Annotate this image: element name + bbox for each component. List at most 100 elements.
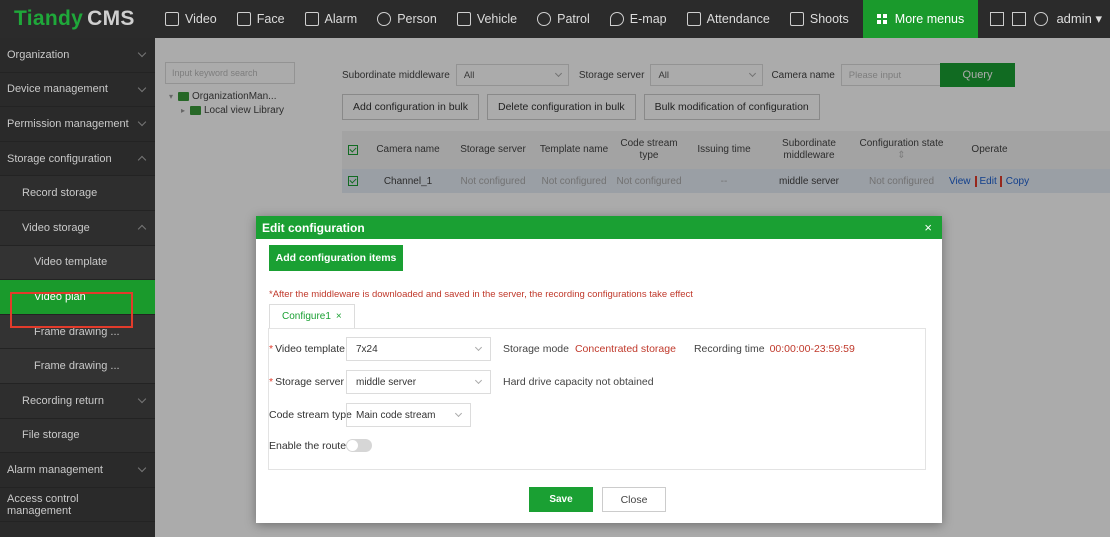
save-button[interactable]: Save xyxy=(529,487,593,512)
storage-server-label-text: Storage server xyxy=(275,376,344,388)
sidebar-item-storage-configuration[interactable]: Storage configuration xyxy=(0,142,155,177)
dialog-title: Edit configuration xyxy=(262,220,365,235)
nav-alarm-label: Alarm xyxy=(324,12,358,26)
sidebar: Organization Device management Permissio… xyxy=(0,38,155,537)
sidebar-item-label: Permission management xyxy=(7,117,129,130)
tab-close-icon[interactable]: × xyxy=(336,311,342,322)
camera-icon xyxy=(789,12,804,26)
code-stream-select[interactable]: Main code stream xyxy=(346,403,471,427)
sidebar-item-label: Access control management xyxy=(7,492,79,517)
capacity-note: Hard drive capacity not obtained xyxy=(503,376,654,388)
storage-server-field-value: middle server xyxy=(356,376,417,388)
route-row: Enable the route xyxy=(269,439,372,452)
nav-video-label: Video xyxy=(185,12,217,26)
sidebar-item-alarm-management[interactable]: Alarm management xyxy=(0,453,155,488)
chevron-down-icon xyxy=(137,49,147,58)
dialog-header: Edit configuration × xyxy=(256,216,942,239)
video-template-label-text: Video template xyxy=(275,343,345,355)
top-bar: Tiandy CMS Video Face Alarm Person Vehicl… xyxy=(0,0,1110,38)
nav-attendance[interactable]: Attendance xyxy=(677,0,780,38)
close-icon[interactable]: × xyxy=(924,220,932,235)
nav-video[interactable]: Video xyxy=(155,0,227,38)
logo-brand: Tiandy xyxy=(14,7,84,30)
sidebar-item-device-management[interactable]: Device management xyxy=(0,73,155,108)
sidebar-item-recording-return[interactable]: Recording return xyxy=(0,383,155,419)
video-icon xyxy=(165,12,179,26)
nav-alarm[interactable]: Alarm xyxy=(295,0,368,38)
calendar-icon xyxy=(686,12,701,26)
tab-configure1[interactable]: Configure1 × xyxy=(269,304,355,328)
video-template-row: * Video template 7x24 Storage mode Concen… xyxy=(269,337,855,361)
recording-time-label: Recording time xyxy=(693,343,765,355)
sidebar-item-label: Record storage xyxy=(22,187,98,200)
nav-emap-label: E-map xyxy=(629,12,667,26)
logo-product: CMS xyxy=(87,7,135,30)
sidebar-item-label: Video template xyxy=(34,256,108,269)
chevron-down-icon xyxy=(137,394,147,404)
video-template-value: 7x24 xyxy=(356,343,378,355)
route-toggle[interactable] xyxy=(346,439,372,452)
sidebar-item-file-storage[interactable]: File storage xyxy=(0,418,155,454)
config-tabs: Configure1 × xyxy=(269,304,355,328)
storage-mode-label: Storage mode xyxy=(503,343,569,355)
grid-icon xyxy=(876,14,887,24)
nav-shoots[interactable]: Shoots xyxy=(780,0,859,38)
nav-emap[interactable]: E-map xyxy=(600,0,677,38)
nav-attendance-label: Attendance xyxy=(706,12,770,26)
person-icon xyxy=(377,12,392,26)
sidebar-item-label: Organization xyxy=(7,48,70,61)
chevron-down-icon xyxy=(137,83,147,93)
shirt-icon[interactable] xyxy=(990,12,1005,26)
sidebar-item-access-control-management[interactable]: Access control management xyxy=(0,488,155,523)
nav-more-menus[interactable]: More menus xyxy=(862,0,979,38)
sidebar-item-label: File storage xyxy=(22,429,80,442)
sidebar-item-record-storage[interactable]: Record storage xyxy=(0,176,155,211)
chevron-down-icon xyxy=(474,376,483,385)
edit-configuration-dialog: Edit configuration × Add configuration i… xyxy=(256,216,942,523)
chevron-down-icon xyxy=(474,343,483,352)
video-plan-highlight-box xyxy=(10,292,133,328)
sidebar-item-frame-drawing-2[interactable]: Frame drawing ... xyxy=(0,349,155,384)
chevron-up-icon xyxy=(137,225,147,234)
video-template-select[interactable]: 7x24 xyxy=(346,337,491,361)
route-label: Enable the route xyxy=(269,439,347,452)
code-stream-row: Code stream type Main code stream xyxy=(269,403,471,427)
top-right-tools: admin ▾ xyxy=(990,0,1102,38)
nav-shoots-label: Shoots xyxy=(809,12,849,26)
nav-face[interactable]: Face xyxy=(227,0,295,38)
sidebar-item-video-template[interactable]: Video template xyxy=(0,245,155,281)
sidebar-item-label: Storage configuration xyxy=(7,152,112,165)
chevron-down-icon xyxy=(137,464,147,473)
nav-more-menus-label: More menus xyxy=(894,12,965,26)
download-icon[interactable] xyxy=(1012,12,1027,26)
close-button[interactable]: Close xyxy=(602,487,666,512)
video-template-label: * Video template xyxy=(269,343,345,355)
nav-patrol[interactable]: Patrol xyxy=(527,0,600,38)
app-logo: Tiandy CMS xyxy=(0,7,155,31)
sidebar-item-label: Recording return xyxy=(22,394,104,407)
sidebar-item-permission-management[interactable]: Permission management xyxy=(0,107,155,142)
user-menu[interactable]: admin ▾ xyxy=(1056,11,1102,27)
vehicle-icon xyxy=(456,12,471,26)
chevron-down-icon xyxy=(137,118,147,127)
nav-patrol-label: Patrol xyxy=(557,12,590,26)
sidebar-item-label: Video storage xyxy=(22,221,90,234)
nav-vehicle[interactable]: Vehicle xyxy=(447,0,527,38)
tab-label: Configure1 xyxy=(282,311,331,322)
chevron-up-icon xyxy=(137,155,147,165)
sidebar-item-label: Device management xyxy=(7,83,108,96)
sidebar-item-video-storage[interactable]: Video storage xyxy=(0,210,155,246)
chevron-down-icon xyxy=(454,409,463,418)
nav-person-label: Person xyxy=(397,12,437,26)
user-icon[interactable] xyxy=(1034,12,1049,26)
nav-face-label: Face xyxy=(256,12,285,26)
nav-person[interactable]: Person xyxy=(367,0,447,38)
main-nav: Video Face Alarm Person Vehicle Patrol E… xyxy=(155,0,979,38)
add-configuration-items-button[interactable]: Add configuration items xyxy=(269,245,403,271)
config-form: * Video template 7x24 Storage mode Concen… xyxy=(268,328,926,470)
alarm-icon xyxy=(304,12,319,26)
sidebar-item-organization[interactable]: Organization xyxy=(0,38,155,73)
storage-server-field-select[interactable]: middle server xyxy=(346,370,491,394)
sidebar-item-label: Frame drawing ... xyxy=(34,360,120,373)
recording-time-value: 00:00:00-23:59:59 xyxy=(769,343,855,355)
